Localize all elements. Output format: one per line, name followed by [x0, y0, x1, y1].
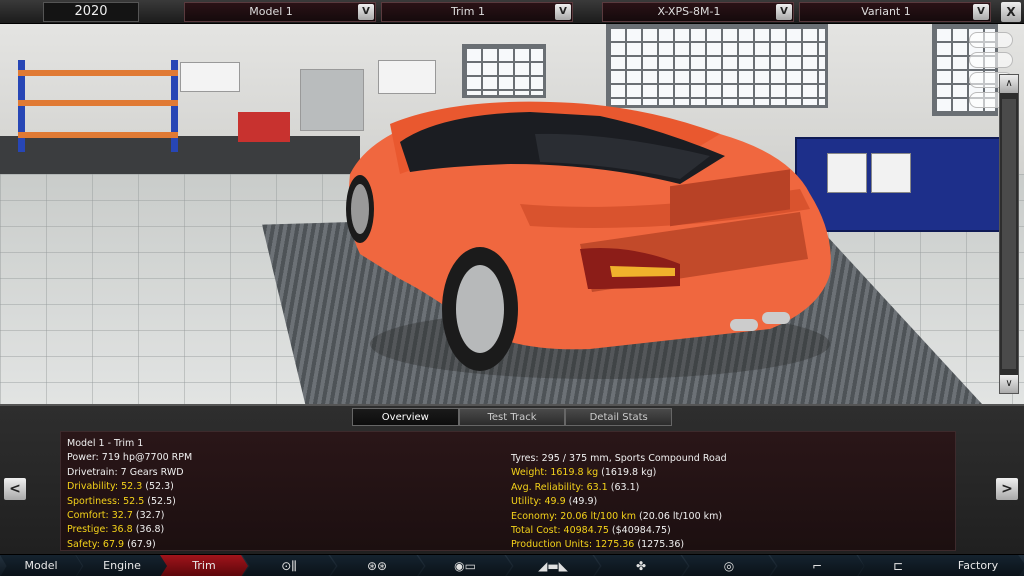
panel-tabs: Overview Test Track Detail Stats [352, 408, 673, 426]
stat-label: Economy: 20.06 lt/100 km [511, 510, 636, 522]
nav-steering[interactable]: ◎ [682, 555, 776, 576]
nav-fan[interactable]: ✤ [594, 555, 688, 576]
car-viewport[interactable]: ∧ ∨ [0, 24, 1024, 404]
chevron-down-icon[interactable]: V [973, 4, 989, 20]
stat-label: Prestige: 36.8 [67, 524, 133, 536]
next-arrow-button[interactable]: > [996, 478, 1018, 500]
chassis-icon: ◉▭ [454, 559, 476, 573]
car-body-icon: ◢▬◣ [538, 559, 568, 573]
stat-row: Sportiness: 52.5 (52.5) [67, 495, 192, 509]
variant-dropdown-value: Variant 1 [861, 5, 911, 18]
wheels-icon: ⊛⊛ [366, 559, 388, 573]
stat-value: (32.7) [132, 509, 165, 521]
scroll-up-button[interactable]: ∧ [1000, 75, 1018, 93]
nav-wheels[interactable]: ⊛⊛ [330, 555, 424, 576]
bottom-nav: Model Engine Trim ⊙⫼ ⊛⊛ ◉▭ ◢▬◣ ✤ ◎ ⌐ ⊏ Factory [0, 554, 1024, 576]
camera-front-icon[interactable] [969, 32, 1013, 48]
tab-detail-stats[interactable]: Detail Stats [565, 408, 673, 426]
nav-gearbox[interactable]: ⊙⫼ [242, 555, 336, 576]
stat-row: Tyres: 295 / 375 mm, Sports Compound Roa… [511, 453, 727, 464]
red-cabinet [238, 112, 290, 142]
wall-poster [180, 62, 240, 92]
close-button[interactable]: X [1001, 2, 1021, 22]
stat-label: Safety: 67.9 [67, 538, 125, 550]
garage-window [462, 44, 546, 98]
nav-model[interactable]: Model [0, 555, 82, 576]
stat-value: (67.9) [124, 538, 156, 550]
stat-value: (1275.36) [634, 539, 685, 551]
stats-left-column: Model 1 - Trim 1 Power: 719 hp@7700 RPM Dr… [67, 437, 192, 552]
stat-value: (52.5) [144, 495, 176, 507]
stat-label: Production Units: 1275.36 [511, 539, 635, 551]
stat-row: Power: 719 hp@7700 RPM [67, 452, 193, 464]
stat-row: Drivability: 52.3 (52.3) [67, 480, 192, 494]
chevron-down-icon[interactable]: V [776, 4, 792, 20]
stat-value: (36.8) [132, 524, 165, 536]
seat-icon: ⌐ [811, 559, 823, 573]
year-display: 2020 [43, 2, 139, 22]
scroll-thumb[interactable] [1002, 99, 1016, 369]
model-dropdown[interactable]: Model 1 V [184, 2, 376, 22]
car-poster [378, 60, 436, 94]
stat-row: Prestige: 36.8 (36.8) [67, 523, 192, 537]
stat-row: Model 1 - Trim 1 [67, 438, 144, 449]
top-bar: 2020 Model 1 V Trim 1 V X-XPS-8M-1 V Var… [0, 0, 1024, 24]
scroll-down-button[interactable]: ∨ [1000, 375, 1018, 393]
shelf [18, 60, 178, 152]
stat-label: Utility: 49.9 [511, 496, 566, 508]
stat-value: (52.3) [142, 481, 174, 493]
nav-car-body[interactable]: ◢▬◣ [506, 555, 600, 576]
suspension-icon: ⊏ [892, 559, 904, 573]
stat-row: Safety: 67.9 (67.9) [67, 538, 192, 552]
tab-test-track[interactable]: Test Track [458, 408, 566, 426]
stat-row: Drivetrain: 7 Gears RWD [67, 466, 184, 478]
chevron-down-icon[interactable]: V [555, 4, 571, 20]
chevron-down-icon[interactable]: V [358, 4, 374, 20]
trim-dropdown[interactable]: Trim 1 V [381, 2, 573, 22]
nav-factory[interactable]: Factory [930, 555, 1024, 576]
stat-row: Comfort: 32.7 (32.7) [67, 509, 192, 523]
nav-chassis[interactable]: ◉▭ [418, 555, 512, 576]
tab-overview[interactable]: Overview [352, 408, 459, 426]
stat-label: Weight: 1619.8 kg [511, 467, 599, 479]
stat-value: (20.06 lt/100 km) [635, 510, 723, 522]
engine-dropdown[interactable]: X-XPS-8M-1 V [602, 2, 794, 22]
gearbox-icon: ⊙⫼ [281, 559, 297, 573]
info-panel: Overview Test Track Detail Stats < > Mod… [0, 404, 1024, 554]
variant-dropdown[interactable]: Variant 1 V [799, 2, 991, 22]
prev-arrow-button[interactable]: < [4, 478, 26, 500]
stat-row: Weight: 1619.8 kg (1619.8 kg) [511, 466, 727, 480]
stat-row: Economy: 20.06 lt/100 km (20.06 lt/100 k… [511, 510, 727, 524]
steering-icon: ◎ [723, 559, 735, 573]
stat-label: Drivability: 52.3 [67, 481, 143, 493]
stat-label: Sportiness: 52.5 [67, 495, 145, 507]
stats-right-column: Tyres: 295 / 375 mm, Sports Compound Roa… [511, 452, 727, 553]
engine-dropdown-value: X-XPS-8M-1 [657, 5, 721, 18]
stat-row: Utility: 49.9 (49.9) [511, 495, 727, 509]
car-model [346, 101, 831, 379]
stat-value: (49.9) [565, 496, 598, 508]
nav-suspension[interactable]: ⊏ [858, 555, 938, 576]
trim-dropdown-value: Trim 1 [451, 5, 485, 18]
nav-seat[interactable]: ⌐ [770, 555, 864, 576]
nav-trim[interactable]: Trim [160, 555, 248, 576]
nav-engine[interactable]: Engine [76, 555, 168, 576]
camera-side-icon[interactable] [969, 52, 1013, 68]
model-dropdown-value: Model 1 [249, 5, 293, 18]
stat-value: (63.1) [607, 481, 640, 493]
view-scrollbar[interactable]: ∧ ∨ [999, 74, 1019, 394]
stat-row: Production Units: 1275.36 (1275.36) [511, 538, 727, 552]
fan-icon: ✤ [635, 559, 647, 573]
stat-row: Total Cost: 40984.75 ($40984.75) [511, 524, 727, 538]
stats-box: Model 1 - Trim 1 Power: 719 hp@7700 RPM Dr… [60, 431, 956, 551]
stat-label: Avg. Reliability: 63.1 [511, 481, 608, 493]
stat-row: Avg. Reliability: 63.1 (63.1) [511, 481, 727, 495]
stat-label: Total Cost: 40984.75 [511, 524, 609, 536]
stat-label: Comfort: 32.7 [67, 509, 133, 521]
stat-value: (1619.8 kg) [598, 467, 657, 479]
stat-value: ($40984.75) [608, 524, 671, 536]
